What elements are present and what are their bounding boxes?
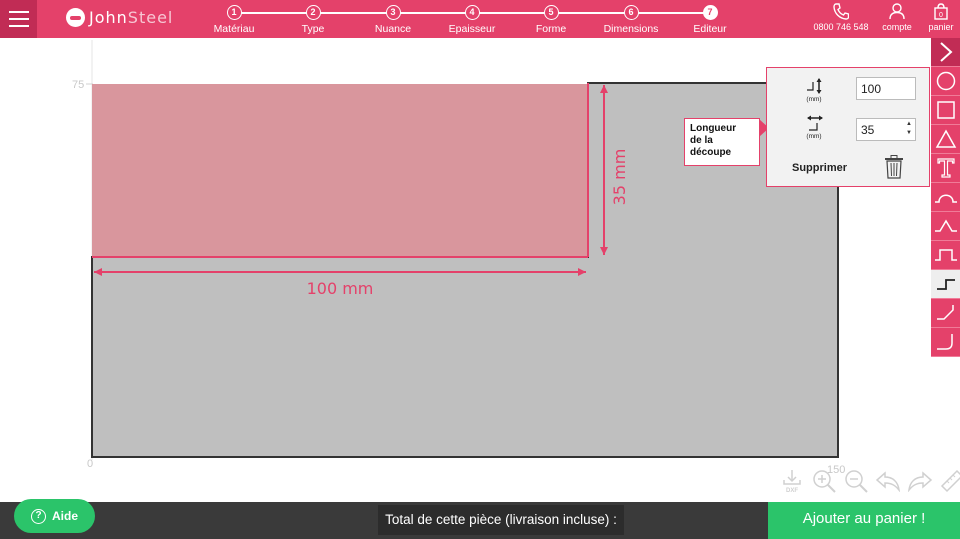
- cart-bag-icon: 0: [934, 3, 948, 20]
- chevron-right-icon: [939, 42, 952, 62]
- shape-toolbar: [931, 38, 960, 357]
- notch-height-input[interactable]: [856, 77, 916, 100]
- redo-button[interactable]: [906, 468, 933, 495]
- undo-icon: [875, 471, 900, 492]
- user-icon: [889, 3, 905, 20]
- arch-icon: [934, 194, 957, 203]
- circle-icon: [936, 71, 955, 91]
- step-icon: [936, 279, 955, 290]
- step-nuance[interactable]: 3 Nuance: [353, 5, 433, 35]
- zoom-in-icon: [812, 470, 836, 493]
- phone-icon: [833, 3, 849, 20]
- download-dxf-button[interactable]: DXF: [778, 468, 805, 495]
- height-dimension-label: 35 mm: [610, 149, 629, 206]
- menu-button[interactable]: [0, 0, 37, 38]
- zoom-out-button[interactable]: [842, 468, 869, 495]
- width-dimension-label: 100 mm: [307, 279, 374, 298]
- step-forme[interactable]: 5 Forme: [511, 5, 591, 35]
- canvas-tools: DXF: [778, 466, 960, 496]
- triangle-tool-button[interactable]: [931, 125, 960, 154]
- zoom-out-icon: [844, 470, 868, 493]
- notch-tool-button[interactable]: [931, 241, 960, 270]
- undo-button[interactable]: [874, 468, 901, 495]
- phone-link[interactable]: 0800 746 548: [812, 3, 870, 32]
- cut-length-tooltip: Longueur de la découpe: [684, 118, 760, 166]
- zoom-in-button[interactable]: [810, 468, 837, 495]
- x-tick-0: 0: [87, 458, 93, 470]
- footer-bar: ? Aide Total de cette pièce (livraison i…: [0, 499, 960, 539]
- help-button[interactable]: ? Aide: [14, 499, 95, 533]
- menu-icon: [8, 11, 29, 13]
- peak-tool-button[interactable]: [931, 212, 960, 241]
- square-icon: [936, 101, 955, 119]
- y-tick-75: 75: [72, 79, 84, 91]
- mustache-logo-icon: [66, 8, 85, 27]
- step-editeur[interactable]: 7 Editeur: [670, 5, 750, 35]
- dxf-label: DXF: [786, 488, 798, 494]
- notch-icon: [934, 249, 957, 261]
- text-icon: [936, 158, 955, 178]
- step-type[interactable]: 2 Type: [273, 5, 353, 35]
- logo[interactable]: JohnSteel: [66, 8, 173, 27]
- notch-properties-panel: (mm) (mm) ▲▼ Supprimer: [766, 67, 930, 187]
- bevel-icon: [936, 305, 954, 320]
- notch-height-row: (mm): [767, 74, 931, 108]
- logo-text: JohnSteel: [89, 8, 174, 27]
- step-dimensions[interactable]: 6 Dimensions: [591, 5, 671, 35]
- ruler-button[interactable]: [938, 468, 960, 495]
- step-materiau[interactable]: 1 Matériau: [194, 5, 274, 35]
- step-epaisseur[interactable]: 4 Epaisseur: [432, 5, 512, 35]
- collapse-toolbar-button[interactable]: [931, 38, 960, 67]
- peak-icon: [934, 219, 957, 232]
- question-icon: ?: [31, 508, 46, 524]
- ruler-icon: [940, 469, 960, 493]
- rounded-corner-icon: [936, 334, 953, 350]
- rounded-corner-tool-button[interactable]: [931, 328, 960, 357]
- total-price-label: Total de cette pièce (livraison incluse)…: [378, 505, 624, 535]
- account-link[interactable]: compte: [880, 3, 914, 32]
- bevel-tool-button[interactable]: [931, 299, 960, 328]
- cart-link[interactable]: 0 panier: [924, 3, 958, 32]
- circle-tool-button[interactable]: [931, 67, 960, 96]
- number-spinner[interactable]: ▲ ▼: [904, 120, 914, 139]
- trash-icon[interactable]: [884, 155, 904, 184]
- square-tool-button[interactable]: [931, 96, 960, 125]
- top-bar: JohnSteel 1 Matériau 2 Type 3 Nuance 4 Epais…: [0, 0, 960, 38]
- download-dxf-icon: DXF: [782, 470, 801, 494]
- add-to-cart-button[interactable]: Ajouter au panier !: [768, 502, 960, 539]
- redo-icon: [907, 471, 932, 492]
- step-tool-button[interactable]: [931, 270, 960, 299]
- triangle-icon: [935, 129, 956, 148]
- notch-length-row: (mm) ▲▼: [767, 111, 931, 145]
- text-tool-button[interactable]: [931, 154, 960, 183]
- step-progress: 1 Matériau 2 Type 3 Nuance 4 Epaisseur 5 Form…: [214, 5, 727, 35]
- arch-tool-button[interactable]: [931, 183, 960, 212]
- cutout-area[interactable]: [92, 84, 588, 257]
- cart-count: 0: [939, 12, 943, 19]
- delete-label[interactable]: Supprimer: [792, 162, 847, 174]
